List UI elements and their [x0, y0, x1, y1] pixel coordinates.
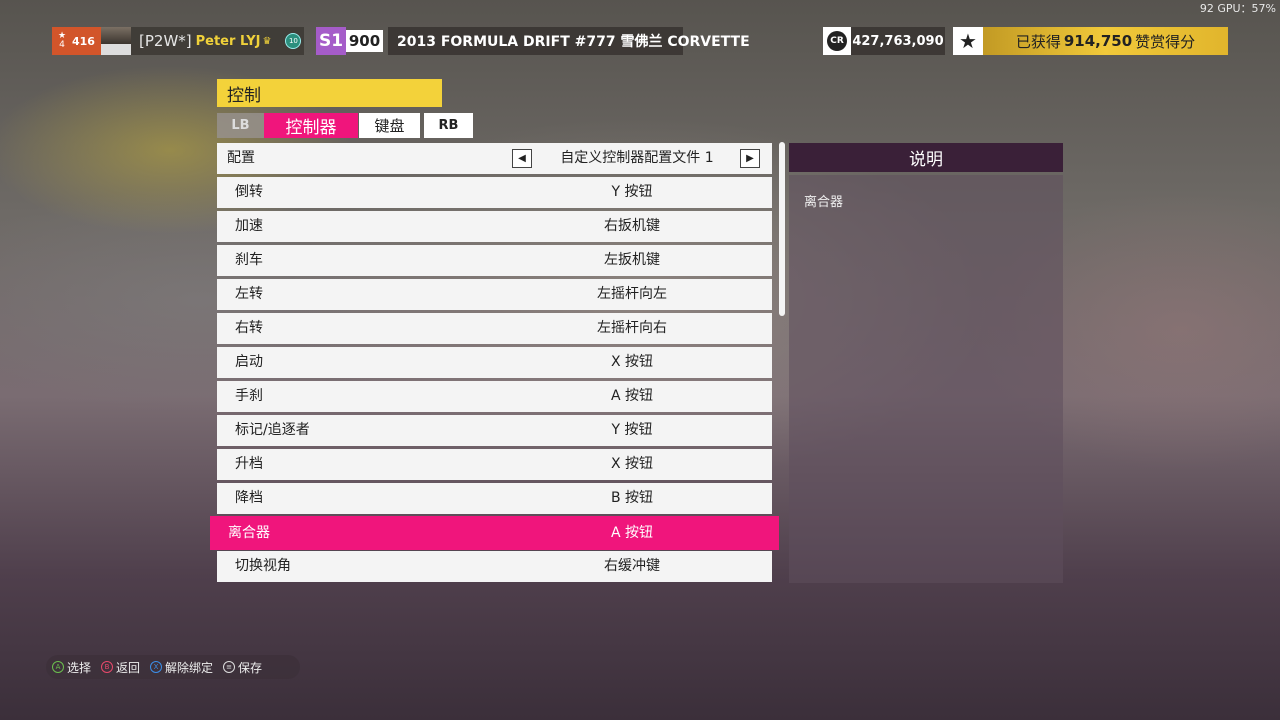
binding-row-shift-up[interactable]: 升档 X 按钮: [217, 449, 772, 480]
binding-row-steer-left[interactable]: 左转 左摇杆向左: [217, 279, 772, 310]
tab-next-rb[interactable]: RB: [424, 113, 473, 138]
player-name: Peter LYJ: [195, 33, 261, 49]
select-label: 选择: [67, 660, 92, 675]
binding-value: B 按钮: [610, 490, 654, 506]
description-title: 说明: [789, 143, 1063, 172]
star-icon: ★ 4: [57, 31, 67, 50]
unbind-label: 解除绑定: [165, 660, 214, 675]
binding-label: 手刹: [235, 388, 263, 404]
binding-row-handbrake[interactable]: 手刹 A 按钮: [217, 381, 772, 412]
skill-prefix: 已获得: [1015, 32, 1061, 51]
binding-label: 刹车: [235, 252, 263, 268]
crown-icon: ♛: [262, 35, 272, 47]
skill-points-banner: 已获得 914,750 赞赏得分: [983, 27, 1228, 55]
binding-value: 右扳机键: [604, 218, 660, 234]
binding-row-clutch[interactable]: 离合器 A 按钮: [210, 516, 779, 550]
club-tag: [P2W*]: [139, 32, 192, 50]
level-sub: 4: [59, 40, 65, 50]
unbind-hint[interactable]: X 解除绑定: [150, 659, 213, 676]
binding-label: 标记/追逐者: [235, 422, 310, 438]
binding-label: 离合器: [228, 525, 270, 541]
binding-label: 切换视角: [235, 558, 291, 574]
binding-value: A 按钮: [610, 525, 654, 541]
binding-value: 左摇杆向右: [597, 320, 667, 336]
a-button-icon: A: [52, 661, 64, 673]
tab-prev-lb[interactable]: LB: [217, 113, 264, 138]
car-pi: 900: [346, 30, 383, 52]
binding-label: 右转: [235, 320, 263, 336]
description-text: 离合器: [804, 195, 844, 210]
binding-label: 倒转: [235, 184, 263, 200]
credits-value: 427,763,090: [851, 27, 945, 55]
binding-label: 加速: [235, 218, 263, 234]
tab-controller[interactable]: 控制器: [264, 113, 358, 138]
chevron-left-icon[interactable]: ◀: [512, 149, 532, 168]
gpu-overlay: 92 GPU：57%: [1199, 2, 1276, 15]
skill-star-icon: ★: [953, 27, 983, 55]
config-selector[interactable]: 配置 ◀ 自定义控制器配置文件 1 ▶: [217, 143, 772, 174]
binding-row-brake[interactable]: 刹车 左扳机键: [217, 245, 772, 276]
binding-row-reverse[interactable]: 倒转 Y 按钮: [217, 177, 772, 208]
binding-value: A 按钮: [610, 388, 654, 404]
binding-value: 左摇杆向左: [597, 286, 667, 302]
binding-row-mark[interactable]: 标记/追逐者 Y 按钮: [217, 415, 772, 446]
description-panel: 离合器: [789, 175, 1063, 583]
save-label: 保存: [238, 660, 263, 675]
list-scrollbar[interactable]: [779, 142, 785, 316]
player-card: [P2W*] Peter LYJ ♛ 10: [131, 27, 304, 55]
b-button-icon: B: [101, 661, 114, 673]
binding-row-steer-right[interactable]: 右转 左摇杆向右: [217, 313, 772, 344]
binding-value: Y 按钮: [611, 422, 653, 438]
binding-label: 升档: [235, 456, 263, 472]
binding-value: 左扳机键: [604, 252, 660, 268]
avatar: [101, 27, 131, 55]
binding-value: X 按钮: [610, 354, 654, 370]
rank-badge-icon: 10: [285, 33, 302, 49]
binding-label: 降档: [235, 490, 263, 506]
car-name: 2013 FORMULA DRIFT #777 雪佛兰 CORVETTE: [388, 27, 750, 55]
binding-row-start[interactable]: 启动 X 按钮: [217, 347, 772, 378]
binding-value: Y 按钮: [611, 184, 653, 200]
x-button-icon: X: [150, 661, 163, 673]
tab-keyboard[interactable]: 键盘: [359, 113, 420, 138]
binding-label: 启动: [235, 354, 263, 370]
page-title: 控制: [217, 79, 442, 107]
button-hints: A 选择 B 返回 X 解除绑定 ≡ 保存: [46, 655, 300, 679]
binding-row-accelerate[interactable]: 加速 右扳机键: [217, 211, 772, 242]
binding-row-shift-down[interactable]: 降档 B 按钮: [217, 483, 772, 514]
menu-button-icon: ≡: [223, 661, 236, 673]
skill-points: 914,750: [1063, 32, 1133, 50]
player-level: 416: [72, 34, 95, 48]
config-label: 配置: [227, 150, 255, 166]
binding-label: 左转: [235, 286, 263, 302]
binding-value: X 按钮: [610, 456, 654, 472]
chevron-right-icon[interactable]: ▶: [740, 149, 760, 168]
credits-icon: CR: [823, 27, 851, 55]
player-level-badge: ★ 4 416: [52, 27, 101, 55]
back-label: 返回: [116, 660, 141, 675]
back-hint[interactable]: B 返回: [101, 659, 140, 676]
binding-row-camera[interactable]: 切换视角 右缓冲键: [217, 551, 772, 582]
car-class: S1: [316, 27, 346, 55]
skill-suffix: 赞赏得分: [1135, 32, 1196, 51]
select-hint[interactable]: A 选择: [52, 659, 91, 676]
config-value: 自定义控制器配置文件 1: [560, 150, 714, 166]
save-hint[interactable]: ≡ 保存: [223, 659, 262, 676]
binding-value: 右缓冲键: [604, 558, 660, 574]
